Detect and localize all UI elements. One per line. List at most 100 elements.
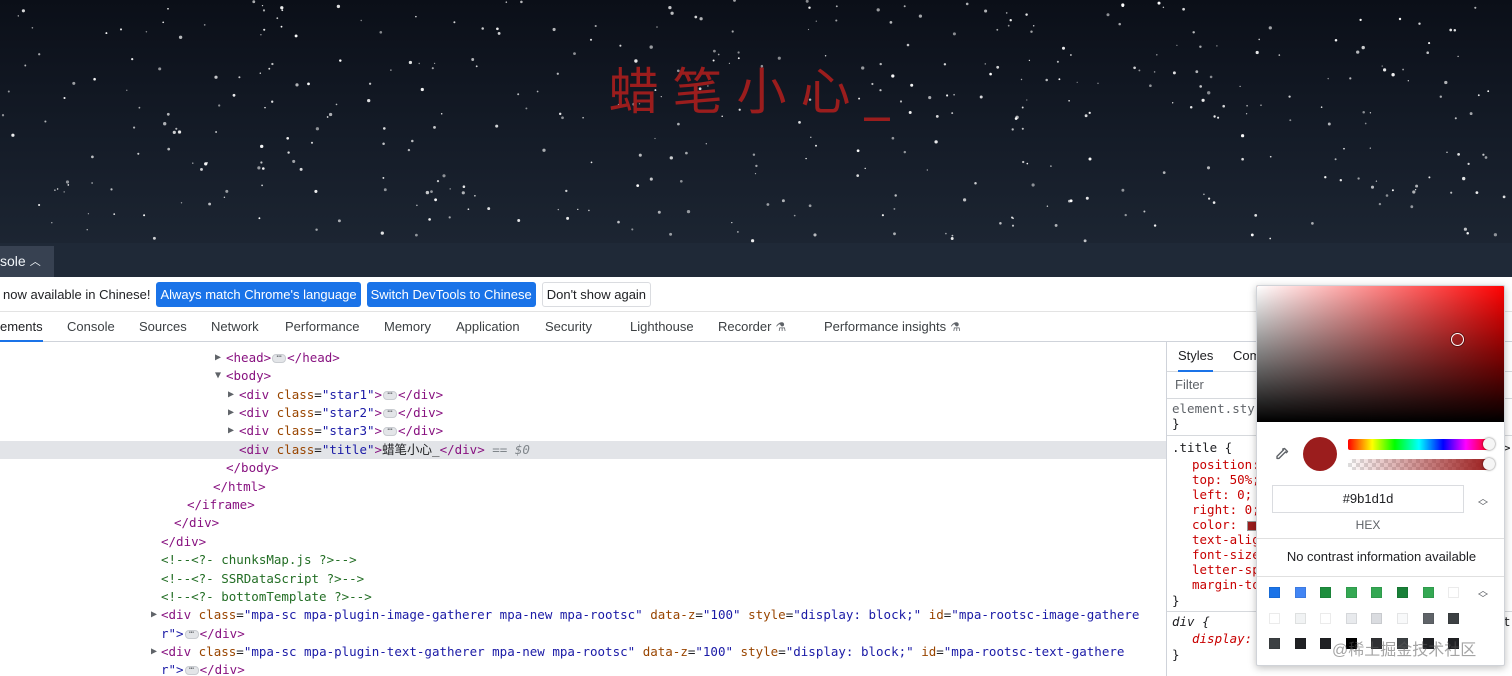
star-dot bbox=[1199, 45, 1202, 48]
tab-performance[interactable]: Performance bbox=[285, 312, 359, 342]
dom-comment-bottomtemplate[interactable]: <!--<?- bottomTemplate ?>--> bbox=[0, 588, 1166, 606]
css-prop-left[interactable]: left: 0; bbox=[1192, 487, 1252, 502]
css-prop-letter-spacing[interactable]: letter-sp bbox=[1192, 562, 1260, 577]
palette-swatch[interactable] bbox=[1397, 587, 1408, 598]
palette-swatch[interactable] bbox=[1269, 612, 1280, 624]
css-prop-color[interactable]: color: bbox=[1192, 517, 1259, 532]
css-prop-margin-top[interactable]: margin-to bbox=[1192, 577, 1260, 592]
always-match-language-button[interactable]: Always match Chrome's language bbox=[156, 281, 361, 307]
star-dot bbox=[462, 185, 466, 188]
css-prop-right[interactable]: right: 0; bbox=[1192, 502, 1260, 517]
star-dot bbox=[1203, 193, 1205, 196]
tab-console[interactable]: Console bbox=[67, 312, 115, 342]
dom-comment-chunksmap[interactable]: <!--<?- chunksMap.js ?>--> bbox=[0, 551, 1166, 569]
eyedropper-icon[interactable] bbox=[1274, 446, 1290, 467]
palette-swatch[interactable] bbox=[1320, 587, 1332, 598]
star-dot bbox=[805, 157, 807, 160]
palette-swatch[interactable] bbox=[1320, 638, 1332, 649]
palette-swatch[interactable] bbox=[1422, 587, 1434, 598]
ellipsis-icon[interactable]: ⋯ bbox=[383, 408, 398, 418]
star-dot bbox=[292, 159, 296, 163]
star-dot bbox=[1482, 153, 1485, 156]
css-prop-text-align[interactable]: text-alig bbox=[1192, 532, 1260, 547]
console-drawer-tab[interactable]: sole ︿ bbox=[0, 246, 54, 277]
dom-node-mpa-text-gatherer[interactable]: ▶ <div class="mpa-sc mpa-plugin-text-gat… bbox=[0, 643, 1166, 661]
dom-node-title-selected[interactable]: <div class="title">蜡笔小心_</div> == $0 bbox=[0, 441, 1166, 459]
expand-triangle-icon[interactable]: ▶ bbox=[215, 349, 221, 367]
expand-triangle-icon[interactable]: ▶ bbox=[151, 606, 157, 624]
star-dot bbox=[1370, 185, 1375, 189]
dom-node-star1[interactable]: ▶ <div class="star1"> ⋯ </div> bbox=[0, 386, 1166, 404]
switch-to-chinese-button[interactable]: Switch DevTools to Chinese bbox=[366, 281, 536, 307]
tab-memory[interactable]: Memory bbox=[384, 312, 431, 342]
dont-show-again-button[interactable]: Don't show again bbox=[541, 281, 652, 307]
selected-node-marker: == $0 bbox=[492, 442, 530, 457]
dom-node-body[interactable]: ▼ <body> bbox=[0, 367, 1166, 385]
palette-swatch[interactable] bbox=[1448, 587, 1460, 598]
hue-slider-knob[interactable] bbox=[1483, 438, 1495, 450]
hue-slider[interactable] bbox=[1348, 438, 1495, 450]
tab-elements[interactable]: ements bbox=[0, 312, 43, 342]
css-prop-display[interactable]: display: bbox=[1192, 631, 1252, 646]
dom-node-mpa-image-gatherer[interactable]: ▶ <div class="mpa-sc mpa-plugin-image-ga… bbox=[0, 606, 1166, 624]
tab-lighthouse[interactable]: Lighthouse bbox=[630, 312, 694, 342]
css-prop-font-size[interactable]: font-size bbox=[1192, 547, 1260, 562]
ellipsis-icon[interactable]: ⋯ bbox=[383, 426, 398, 436]
saturation-value-area[interactable] bbox=[1257, 286, 1504, 422]
hex-value-input[interactable]: #9b1d1d bbox=[1272, 485, 1464, 513]
palette-swatch[interactable] bbox=[1345, 587, 1357, 598]
alpha-slider[interactable] bbox=[1348, 458, 1495, 470]
palette-toggle-icon[interactable]: ︿ ﹀ bbox=[1478, 587, 1488, 605]
div-rule-selector[interactable]: div { bbox=[1172, 614, 1210, 629]
palette-swatch[interactable] bbox=[1371, 612, 1383, 624]
palette-swatch[interactable] bbox=[1294, 612, 1306, 624]
palette-swatch[interactable] bbox=[1345, 612, 1357, 624]
tab-recorder[interactable]: Recorder ⚗ bbox=[718, 312, 786, 342]
star-dot bbox=[167, 147, 171, 151]
palette-swatch[interactable] bbox=[1294, 587, 1306, 598]
tab-network[interactable]: Network bbox=[211, 312, 259, 342]
expand-triangle-icon[interactable]: ▶ bbox=[228, 422, 234, 440]
star-dot bbox=[636, 184, 640, 187]
star-dot bbox=[1268, 26, 1272, 30]
star-dot bbox=[934, 140, 938, 144]
css-prop-top[interactable]: top: 50%; bbox=[1192, 472, 1260, 487]
star-dot bbox=[167, 7, 169, 10]
tab-application[interactable]: Application bbox=[456, 312, 520, 342]
palette-swatch[interactable] bbox=[1320, 612, 1332, 624]
star-dot bbox=[192, 162, 194, 164]
palette-swatch[interactable] bbox=[1397, 612, 1408, 624]
star-dot bbox=[434, 198, 437, 202]
star-dot bbox=[835, 19, 838, 22]
dom-node-star3[interactable]: ▶ <div class="star3"> ⋯ </div> bbox=[0, 422, 1166, 440]
dom-comment-ssrdatascript[interactable]: <!--<?- SSRDataScript ?>--> bbox=[0, 570, 1166, 588]
collapse-triangle-icon[interactable]: ▼ bbox=[215, 367, 221, 385]
tab-performance-insights[interactable]: Performance insights ⚗ bbox=[824, 312, 961, 342]
styles-filter-input[interactable]: Filter bbox=[1175, 377, 1204, 392]
format-toggle-icon[interactable]: ︿ ﹀ bbox=[1478, 495, 1488, 513]
saturation-cursor[interactable] bbox=[1451, 333, 1464, 346]
title-rule-selector[interactable]: .title { bbox=[1172, 440, 1232, 455]
palette-swatch[interactable] bbox=[1371, 587, 1383, 598]
tab-styles[interactable]: Styles bbox=[1178, 342, 1214, 372]
expand-triangle-icon[interactable]: ▶ bbox=[228, 386, 234, 404]
palette-swatch[interactable] bbox=[1269, 587, 1280, 598]
palette-swatch[interactable] bbox=[1422, 612, 1434, 624]
expand-triangle-icon[interactable]: ▶ bbox=[151, 643, 157, 661]
dom-node-head[interactable]: ▶ <head> ⋯ </head> bbox=[0, 349, 1166, 367]
watermark: @稀土掘金技术社区 bbox=[1332, 642, 1477, 659]
css-prop-position[interactable]: position: bbox=[1192, 457, 1260, 472]
tab-performance-insights-label: Performance insights bbox=[824, 319, 947, 334]
ellipsis-icon[interactable]: ⋯ bbox=[272, 353, 287, 363]
palette-swatch[interactable] bbox=[1448, 612, 1460, 624]
alpha-slider-knob[interactable] bbox=[1483, 458, 1495, 470]
palette-swatch[interactable] bbox=[1294, 638, 1306, 649]
ellipsis-icon[interactable]: ⋯ bbox=[184, 665, 199, 675]
expand-triangle-icon[interactable]: ▶ bbox=[228, 404, 234, 422]
ellipsis-icon[interactable]: ⋯ bbox=[383, 390, 398, 400]
dom-node-star2[interactable]: ▶ <div class="star2"> ⋯ </div> bbox=[0, 404, 1166, 422]
tab-security[interactable]: Security bbox=[545, 312, 592, 342]
palette-swatch[interactable] bbox=[1269, 638, 1280, 649]
tab-sources[interactable]: Sources bbox=[139, 312, 187, 342]
ellipsis-icon[interactable]: ⋯ bbox=[184, 629, 199, 639]
